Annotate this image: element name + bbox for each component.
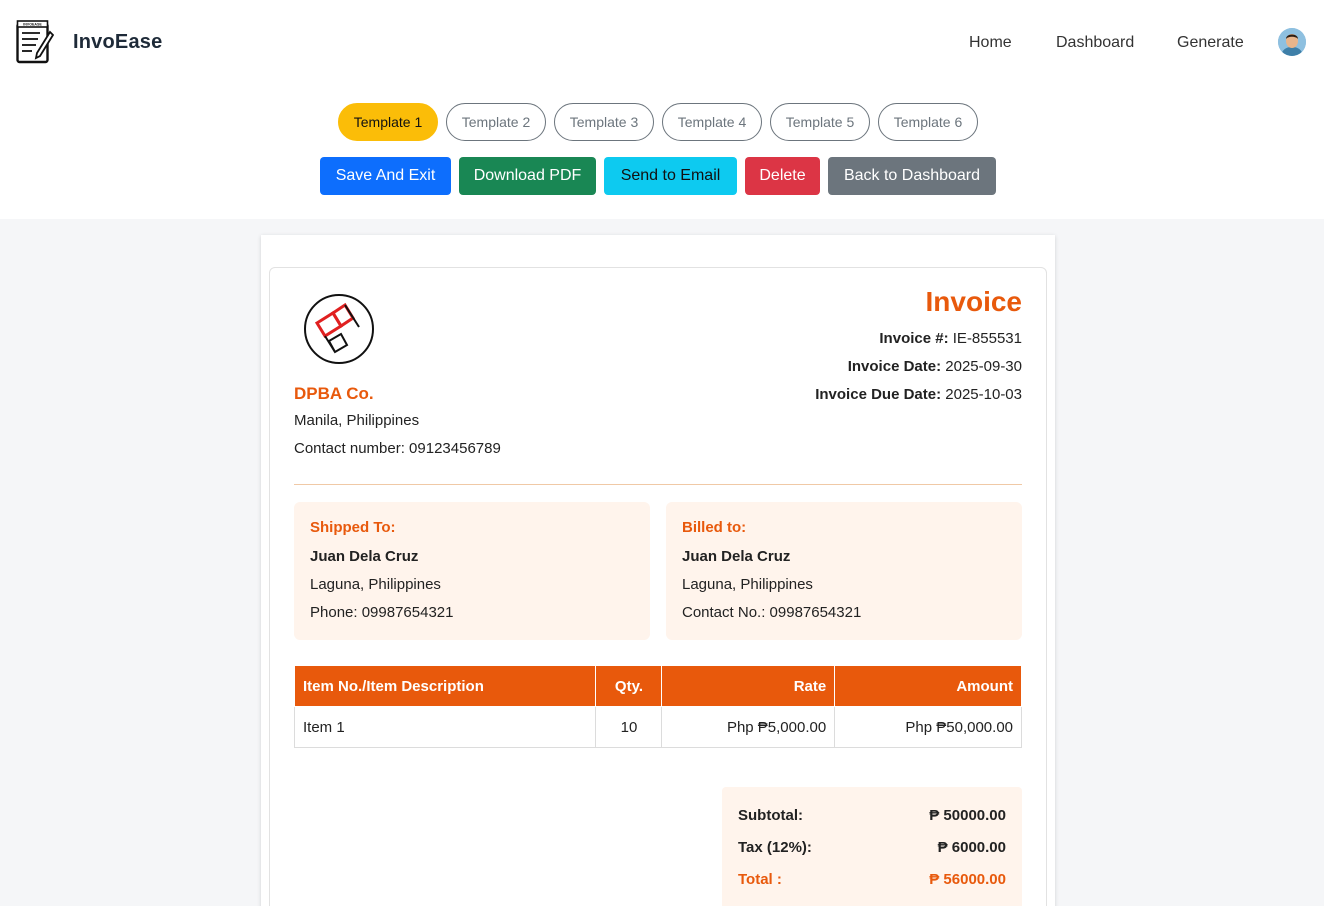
invoice-notepad-icon[interactable]: INVOEASE [16, 20, 54, 64]
invoice-date: Invoice Date: 2025-09-30 [848, 358, 1022, 375]
invoice-number-label: Invoice #: [879, 330, 949, 347]
table-row: Item 1 10 Php ₱5,000.00 Php ₱50,000.00 [293, 706, 1022, 748]
item-qty: 10 [595, 706, 663, 748]
subtotal-label: Subtotal: [738, 807, 803, 824]
template-4-button[interactable]: Template 4 [662, 103, 762, 141]
header-amount: Amount [834, 665, 1022, 707]
back-to-dashboard-button[interactable]: Back to Dashboard [828, 157, 996, 195]
invoice-date-label: Invoice Date: [847, 358, 942, 375]
billed-to-name: Juan Dela Cruz [682, 548, 791, 565]
invoice-due-label: Invoice Due Date: [815, 386, 942, 403]
template-toolbar: Template 1 Template 2 Template 3 Templat… [0, 87, 1324, 219]
shipped-to-panel: Shipped To: Juan Dela Cruz Laguna, Phili… [294, 502, 650, 640]
total-label: Total : [738, 871, 782, 888]
invoice-date-value: 2025-09-30 [945, 358, 1022, 375]
header-qty: Qty. [595, 665, 663, 707]
invoice-paper: DPBA Co. Manila, Philippines Contact num… [261, 235, 1055, 906]
invoice-due-value: 2025-10-03 [945, 386, 1022, 403]
template-6-button[interactable]: Template 6 [878, 103, 978, 141]
billed-to-heading: Billed to: [682, 519, 747, 536]
billed-to-phone: Contact No.: 09987654321 [682, 604, 862, 621]
header-description: Item No./Item Description [293, 665, 597, 707]
items-header-row: Item No./Item Description Qty. Rate Amou… [293, 665, 1022, 707]
send-email-button[interactable]: Send to Email [604, 157, 737, 195]
navbar: INVOEASE InvoEase Home Dashboard Generat… [0, 0, 1324, 87]
user-avatar[interactable] [1278, 28, 1306, 56]
template-1-button[interactable]: Template 1 [338, 103, 438, 141]
company-address: Manila, Philippines [294, 412, 420, 429]
tax-label: Tax (12%): [738, 839, 812, 856]
template-3-button[interactable]: Template 3 [554, 103, 654, 141]
nav-dashboard-link[interactable]: Dashboard [1056, 34, 1134, 52]
tax-value: ₱ 6000.00 [937, 839, 1006, 856]
download-pdf-button[interactable]: Download PDF [459, 157, 596, 195]
invoice-due-date: Invoice Due Date: 2025-10-03 [815, 386, 1022, 403]
item-rate: Php ₱5,000.00 [661, 706, 836, 748]
subtotal-value: ₱ 50000.00 [929, 807, 1006, 824]
billed-to-panel: Billed to: Juan Dela Cruz Laguna, Philip… [666, 502, 1022, 640]
invoice-number: Invoice #: IE-855531 [879, 330, 1022, 347]
template-2-button[interactable]: Template 2 [446, 103, 546, 141]
item-amount: Php ₱50,000.00 [834, 706, 1022, 748]
total-value: ₱ 56000.00 [929, 871, 1006, 888]
avatar-icon [1278, 28, 1306, 56]
invoice-title: Invoice [925, 286, 1022, 317]
header-rate: Rate [661, 665, 836, 707]
totals-panel: Subtotal: ₱ 50000.00 Tax (12%): ₱ 6000.0… [722, 787, 1022, 906]
delete-button[interactable]: Delete [745, 157, 820, 195]
shipped-to-phone: Phone: 09987654321 [310, 604, 454, 621]
save-and-exit-button[interactable]: Save And Exit [320, 157, 451, 195]
company-logo [304, 294, 374, 364]
shipped-to-location: Laguna, Philippines [310, 576, 441, 593]
shipped-to-heading: Shipped To: [310, 519, 396, 536]
nav-home-link[interactable]: Home [969, 34, 1012, 52]
billed-to-location: Laguna, Philippines [682, 576, 813, 593]
company-contact: Contact number: 09123456789 [294, 440, 501, 457]
item-description: Item 1 [293, 706, 597, 748]
invoice-card: DPBA Co. Manila, Philippines Contact num… [269, 267, 1047, 906]
nav-generate-link[interactable]: Generate [1177, 34, 1244, 52]
items-table: Item No./Item Description Qty. Rate Amou… [293, 665, 1022, 748]
brand-name[interactable]: InvoEase [73, 31, 162, 54]
company-name: DPBA Co. [294, 384, 374, 403]
header-divider [294, 484, 1022, 485]
svg-text:INVOEASE: INVOEASE [23, 23, 42, 27]
template-5-button[interactable]: Template 5 [770, 103, 870, 141]
invoice-number-value: IE-855531 [952, 330, 1022, 347]
shipped-to-name: Juan Dela Cruz [310, 548, 419, 565]
